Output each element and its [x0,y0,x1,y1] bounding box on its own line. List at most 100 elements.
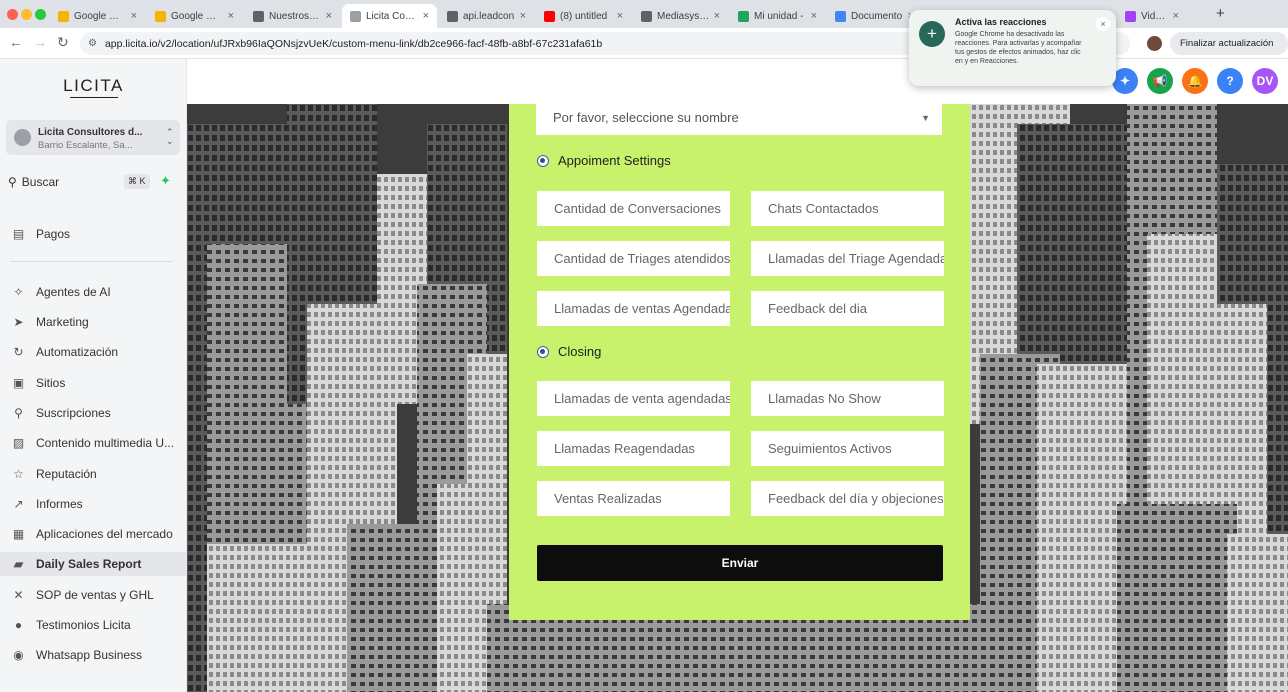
caret-down-icon: ▼ [921,113,930,123]
field-seguimientos-activos[interactable]: Seguimientos Activos [751,431,944,466]
field-cantidad-conversaciones[interactable]: Cantidad de Conversaciones [537,191,730,226]
notification-close-button[interactable]: × [1096,17,1110,31]
tab-favicon-icon [641,10,652,22]
tab-close-icon[interactable]: × [714,10,720,22]
sidebar-item[interactable]: ☆ Reputación [10,462,185,486]
sidebar-item[interactable]: ↻ Automatización [10,340,185,364]
sidebar-item[interactable]: ⚲ Suscripciones [10,401,185,425]
sidebar-item[interactable]: ▰ Daily Sales Report [0,552,186,576]
site-settings-icon[interactable]: ⚙ [88,38,97,49]
sidebar-item-icon: ● [14,618,23,632]
section-appoiment-settings[interactable]: Appoiment Settings [537,153,671,168]
ai-sparkle-icon[interactable]: ✦ [160,173,171,189]
tab-close-icon[interactable]: × [228,10,234,22]
sidebar-item[interactable]: ✕ SOP de ventas y GHL [10,583,185,607]
tab-label: api.leadcon [463,10,515,22]
sidebar-item[interactable]: ● Testimonios Licita [10,613,185,637]
field-llamadas-ventas-agendadas[interactable]: Llamadas de ventas Agendadas [537,291,730,326]
user-avatar[interactable]: DV [1252,68,1278,94]
field-llamadas-triage[interactable]: Llamadas del Triage Agendadas [751,241,944,276]
tab-label: Mediasys.ia [657,10,710,22]
tab-favicon-icon [58,10,69,22]
browser-tab[interactable]: Google Meet × [147,4,242,28]
location-address: Barrio Escalante, Sa... [38,140,133,151]
sidebar-item-label: Testimonios Licita [36,618,131,632]
sidebar-item[interactable]: ▣ Sitios [10,371,185,395]
field-ventas-realizadas[interactable]: Ventas Realizadas [537,481,730,516]
sidebar-divider [10,261,173,262]
browser-tab[interactable]: api.leadcon × [439,4,534,28]
forward-button[interactable]: → [33,34,47,50]
sidebar-item-label: Contenido multimedia U... [36,436,175,450]
sidebar-item[interactable]: ✧ Agentes de AI [10,280,185,304]
notification-title: Activa las reacciones [955,17,1047,27]
browser-tab[interactable]: Documento× [827,4,922,28]
tab-favicon-icon [253,10,264,22]
tab-close-icon[interactable]: × [1173,10,1179,22]
sidebar-item[interactable]: ◉ Whatsapp Business [10,643,185,667]
browser-tab[interactable]: Licita Consu × [342,4,437,28]
sidebar-item-icon: ➤ [13,315,24,329]
reload-button[interactable]: ↻ [57,34,69,51]
field-llamadas-reagendadas[interactable]: Llamadas Reagendadas [537,431,730,466]
search-icon: ⚲ [8,175,17,189]
close-window-button[interactable] [7,9,18,20]
sidebar-item-label: Marketing [36,315,89,329]
sidebar-item-icon: ▨ [12,436,25,450]
browser-tab[interactable]: Videos | × [1117,4,1187,28]
tab-close-icon[interactable]: × [131,10,137,22]
sidebar-item-label: Aplicaciones del mercado [36,527,173,541]
tab-label: (8) untitled [560,10,608,22]
section-closing[interactable]: Closing [537,344,601,359]
help-icon[interactable]: ? [1217,68,1243,94]
field-llamadas-venta-agendadas[interactable]: Llamadas de venta agendadas [537,381,730,416]
tab-label: Google Meet [74,10,127,22]
sidebar-item[interactable]: ▦ Aplicaciones del mercado [10,522,185,546]
maximize-window-button[interactable] [35,9,46,20]
sidebar-item-label: Daily Sales Report [36,557,142,571]
section-title: Appoiment Settings [558,153,671,168]
bell-icon[interactable]: 🔔 [1182,68,1208,94]
search-label: Buscar [21,175,60,189]
browser-tab[interactable]: Mediasys.ia × [633,4,728,28]
field-chats-contactados[interactable]: Chats Contactados [751,191,944,226]
sidebar-item-icon: ☆ [13,467,24,481]
field-feedback-objeciones[interactable]: Feedback del día y objeciones [751,481,944,516]
name-select-placeholder: Por favor, seleccione su nombre [553,110,739,125]
back-button[interactable]: ← [9,34,23,50]
sidebar-item[interactable]: ▤ Pagos [10,222,185,246]
minimize-window-button[interactable] [21,9,32,20]
megaphone-icon[interactable]: 📢 [1147,68,1173,94]
tab-label: Documento [851,10,903,22]
tab-close-icon[interactable]: × [811,10,817,22]
chrome-profile-avatar[interactable] [1147,36,1162,51]
tab-favicon-icon [447,10,458,22]
field-feedback-dia[interactable]: Feedback del dia [751,291,944,326]
radio-appoiment-settings[interactable] [537,154,549,167]
tab-close-icon[interactable]: × [617,10,623,22]
submit-button[interactable]: Enviar [537,545,943,581]
new-tab-button[interactable]: + [1216,5,1225,22]
location-switcher[interactable]: Licita Consultores d... Barrio Escalante… [6,120,180,155]
name-select[interactable]: Por favor, seleccione su nombre ▼ [536,104,942,135]
tab-close-icon[interactable]: × [520,10,526,22]
tab-close-icon[interactable]: × [423,10,429,22]
browser-tab[interactable]: Nuestros Co × [245,4,340,28]
tab-close-icon[interactable]: × [326,10,332,22]
sidebar-item[interactable]: ➤ Marketing [10,310,185,334]
sidebar-item-icon: ✧ [13,285,24,299]
browser-tab[interactable]: Google Meet × [50,4,145,28]
finish-update-button[interactable]: Finalizar actualización ⋮ [1170,32,1288,72]
browser-tab[interactable]: Mi unidad - × [730,4,825,28]
field-cantidad-triages[interactable]: Cantidad de Triages atendidos [537,241,730,276]
sidebar-item-icon: ▦ [12,527,25,541]
url-text: app.licita.io/v2/location/ufJRxb96IaQONs… [104,37,603,50]
radio-closing[interactable] [537,345,549,358]
browser-tab[interactable]: (8) untitled × [536,4,631,28]
sidebar-item[interactable]: ↗ Informes [10,492,185,516]
field-llamadas-no-show[interactable]: Llamadas No Show [751,381,944,416]
licita-logo[interactable]: LICITA [0,76,187,96]
sidebar-search[interactable]: ⚲ Buscar ⌘ K [8,172,152,192]
sidebar-item[interactable]: ▨ Contenido multimedia U... [10,431,185,455]
sidebar-item-icon: ↗ [13,497,24,511]
